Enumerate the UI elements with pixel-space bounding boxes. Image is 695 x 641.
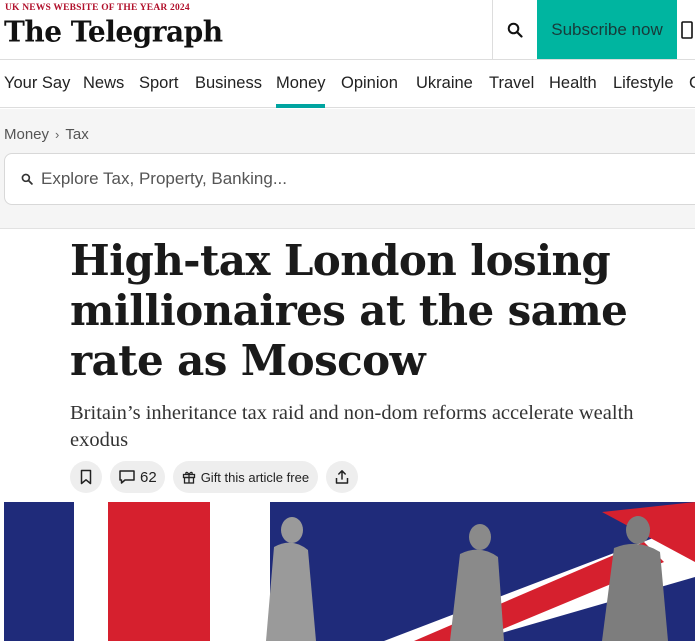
nav-item-business[interactable]: Business	[195, 74, 262, 93]
nav-item-lifestyle[interactable]: Lifestyle	[613, 74, 674, 93]
subscribe-button[interactable]: Subscribe now	[537, 0, 677, 59]
masthead: UK NEWS WEBSITE OF THE YEAR 2024 The Tel…	[0, 0, 695, 60]
gift-label: Gift this article free	[200, 469, 310, 485]
nav-item-news[interactable]: News	[83, 74, 124, 93]
chevron-right-icon: ›	[55, 127, 60, 142]
share-button[interactable]	[326, 461, 359, 493]
bookmark-button[interactable]	[70, 461, 102, 493]
gift-article-button[interactable]: Gift this article free	[172, 461, 319, 493]
nav-item-overflow[interactable]: C	[689, 74, 695, 93]
comment-icon	[119, 470, 135, 484]
nav-item-opinion[interactable]: Opinion	[341, 74, 398, 93]
search-button[interactable]	[492, 0, 537, 59]
nav-item-your-say[interactable]: Your Say	[4, 74, 70, 93]
account-icon	[681, 20, 693, 39]
article-standfirst: Britain’s inheritance tax raid and non-d…	[70, 402, 634, 451]
account-button[interactable]	[677, 0, 695, 59]
article-headline: High-tax London losing millionaires at t…	[70, 236, 628, 385]
nav-item-health[interactable]: Health	[549, 74, 597, 93]
search-icon	[21, 173, 33, 185]
share-icon	[335, 470, 349, 484]
nav-active-indicator	[276, 104, 325, 108]
search-icon	[507, 22, 523, 38]
nav-item-ukraine[interactable]: Ukraine	[416, 74, 473, 93]
gift-icon	[182, 471, 195, 484]
comments-button[interactable]: 62	[110, 461, 165, 493]
award-label: UK NEWS WEBSITE OF THE YEAR 2024	[5, 3, 190, 13]
explore-search-box[interactable]	[4, 153, 695, 205]
nav-item-travel[interactable]: Travel	[489, 74, 534, 93]
breadcrumb-tax[interactable]: Tax	[65, 126, 88, 143]
nav-item-sport[interactable]: Sport	[139, 74, 178, 93]
section-subbar: Money › Tax	[0, 109, 695, 229]
section-nav: Your Say News Sport Business Money Opini…	[0, 60, 695, 108]
bookmark-icon	[80, 469, 92, 485]
comments-count: 62	[140, 468, 157, 486]
breadcrumb-money[interactable]: Money	[4, 126, 49, 143]
explore-input[interactable]	[41, 169, 641, 189]
article-actions: 62 Gift this article free	[70, 461, 359, 493]
telegraph-logo[interactable]: The Telegraph	[4, 14, 223, 49]
breadcrumb: Money › Tax	[4, 126, 89, 143]
article-hero-image	[4, 502, 695, 641]
nav-item-money[interactable]: Money	[276, 74, 326, 93]
